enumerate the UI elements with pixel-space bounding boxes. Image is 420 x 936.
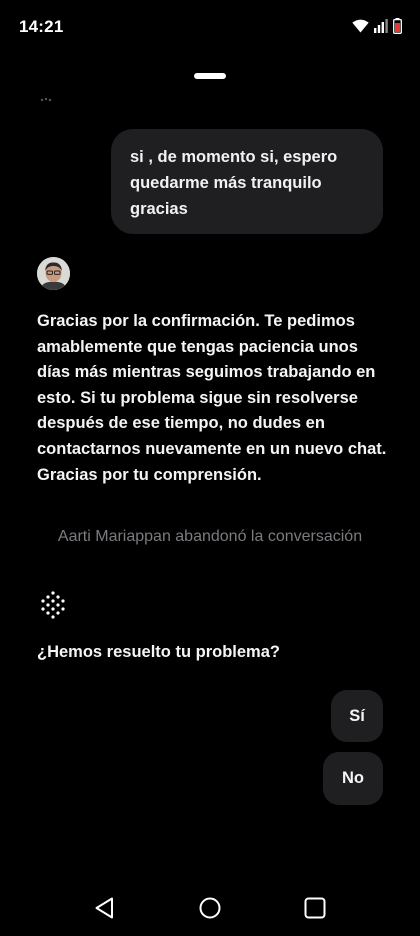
status-icons xyxy=(352,18,402,39)
reply-no-button[interactable]: No xyxy=(323,752,383,805)
home-icon[interactable] xyxy=(194,892,226,924)
signal-icon xyxy=(374,19,388,38)
battery-icon xyxy=(393,18,402,39)
agent-message-text: Gracias por la confirmación. Te pedimos … xyxy=(37,312,387,484)
reply-yes-button[interactable]: Sí xyxy=(331,690,383,742)
agent-avatar xyxy=(37,257,70,290)
wifi-icon xyxy=(352,19,369,38)
bot-question: ¿Hemos resuelto tu problema? xyxy=(37,643,280,661)
user-message-bubble: si , de momento si, espero quedarme más … xyxy=(111,129,383,234)
navigation-bar xyxy=(0,880,420,936)
user-message-text: si , de momento si, espero quedarme más … xyxy=(130,148,338,218)
system-note: Aarti Mariappan abandonó la conversación xyxy=(57,528,363,545)
recents-icon[interactable] xyxy=(299,892,331,924)
sheet-drag-handle[interactable] xyxy=(194,73,226,79)
status-bar: 14:21 xyxy=(0,0,420,56)
bot-dots-icon xyxy=(41,591,65,619)
status-time: 14:21 xyxy=(19,17,64,36)
cut-off-content-icon xyxy=(40,97,52,102)
back-icon[interactable] xyxy=(88,892,120,924)
